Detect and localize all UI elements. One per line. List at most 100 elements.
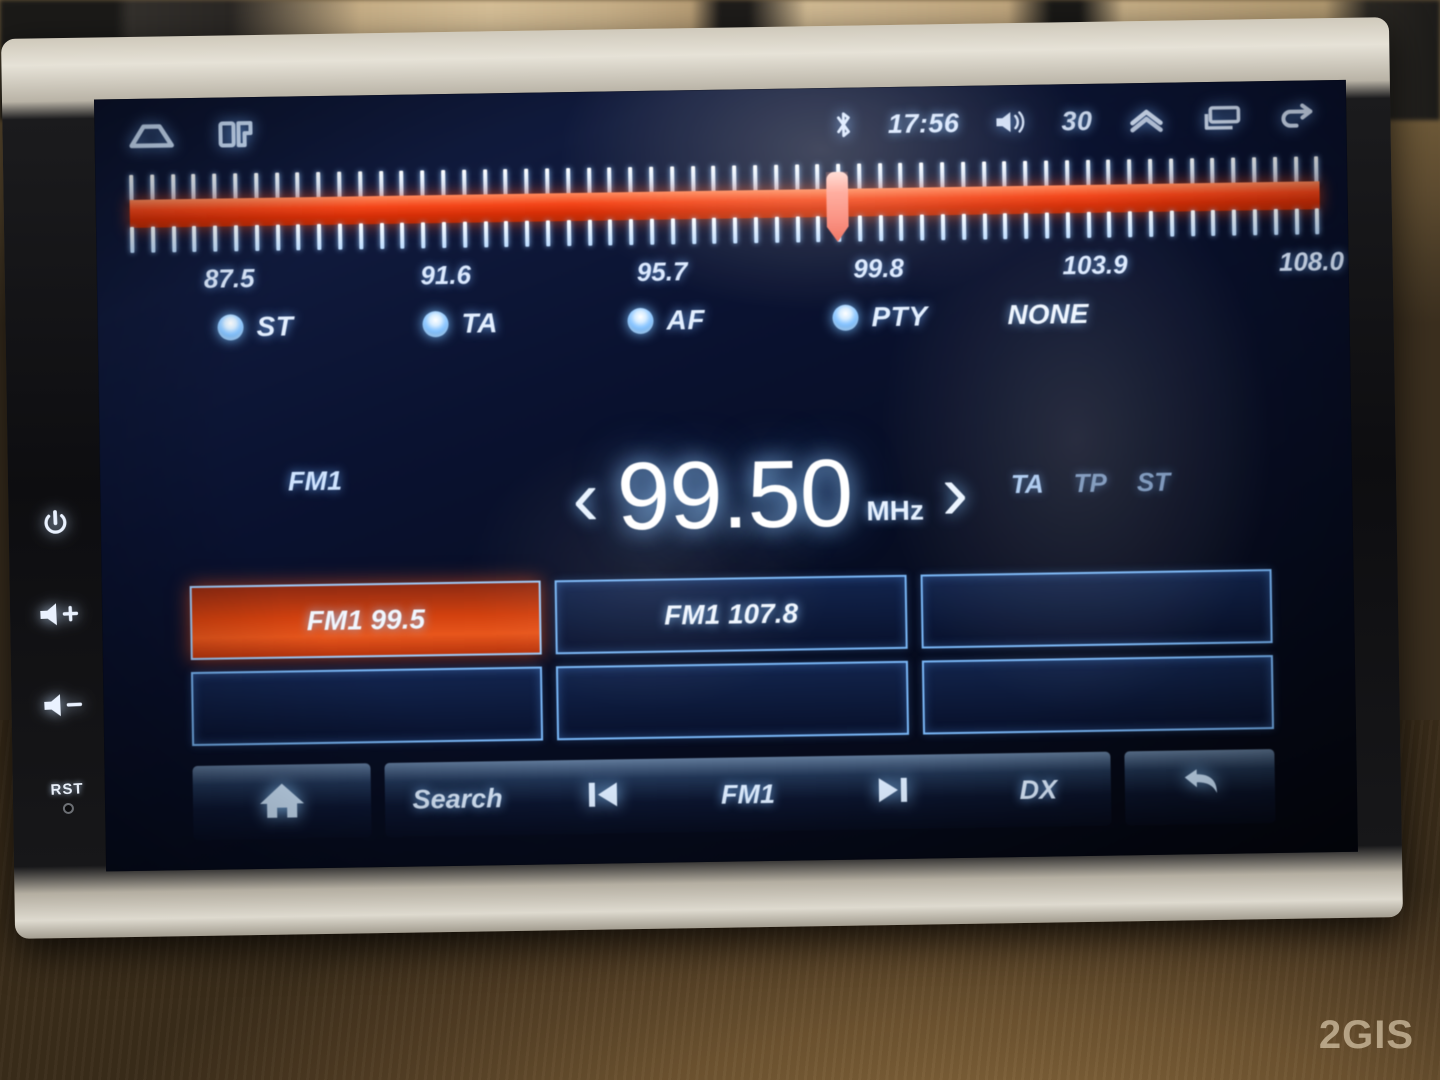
home-icon[interactable] [128, 120, 174, 151]
car-head-unit: RST 17:56 30 87.5 91.6 95.7 99.8 103.9 1… [1, 17, 1403, 939]
scale-tick [441, 221, 447, 249]
radio-app: 17:56 30 87.5 91.6 95.7 99.8 103.9 108.0… [93, 79, 1358, 872]
photo-scene: RST 17:56 30 87.5 91.6 95.7 99.8 103.9 1… [0, 0, 1440, 1080]
rds-toggle-pty[interactable]: PTY [832, 300, 928, 333]
home-filled-icon [256, 777, 309, 827]
scale-tick [212, 173, 217, 200]
scale-tick [1293, 156, 1299, 183]
scale-tick [857, 215, 863, 242]
scale-tick [649, 166, 654, 193]
scale-tick [1024, 212, 1029, 239]
preset-button-4[interactable] [190, 666, 544, 747]
scale-tick [275, 224, 280, 251]
scale-label: 103.9 [1062, 249, 1128, 281]
scale-tick [566, 220, 572, 247]
rds-toggle-st[interactable]: ST [217, 310, 294, 343]
scale-tick [1169, 210, 1175, 237]
scale-tick [357, 171, 363, 198]
rds-toggle-label: TA [461, 307, 499, 339]
scale-tick [920, 214, 925, 241]
scale-tick [317, 223, 322, 251]
scale-tick [296, 224, 301, 251]
band-indicator: FM1 [287, 465, 343, 497]
back-icon[interactable] [1276, 102, 1316, 133]
tuning-scale[interactable] [129, 156, 1320, 261]
scale-tick [1252, 157, 1257, 184]
scale-tick [919, 162, 924, 189]
scale-label: 91.6 [420, 259, 472, 291]
scale-label: 87.5 [203, 263, 255, 294]
dx-label: DX [1019, 773, 1058, 805]
apps-icon[interactable] [218, 119, 254, 150]
previous-button[interactable] [530, 758, 676, 834]
recents-icon[interactable] [1200, 103, 1242, 134]
reset-hole[interactable] [62, 802, 74, 815]
rds-toggle-ta[interactable]: TA [422, 307, 498, 340]
search-button[interactable]: Search [384, 761, 530, 837]
scale-label: 95.7 [636, 256, 688, 287]
scale-tick [1273, 208, 1279, 235]
scale-tick [461, 169, 467, 196]
scale-tick [565, 168, 571, 195]
rds-toggle-label: ST [256, 310, 294, 342]
scale-tick [733, 217, 738, 244]
return-arrow-icon [1175, 762, 1226, 812]
scale-tick [940, 214, 946, 241]
scale-tick [712, 217, 717, 244]
scale-tick [898, 162, 903, 189]
chevron-up-icon[interactable] [1126, 105, 1166, 136]
scale-tick [1003, 213, 1008, 240]
scale-tick [1148, 210, 1154, 237]
scale-tick [608, 219, 613, 246]
preset-button-5[interactable] [556, 660, 909, 741]
clock: 17:56 [887, 107, 960, 139]
preset-button-3[interactable] [920, 569, 1273, 649]
scale-tick [1148, 158, 1153, 185]
scale-tick [400, 222, 405, 249]
scale-tick [1314, 156, 1319, 183]
scale-tick [504, 221, 509, 248]
bottom-action-bar: Search FM1 DX [192, 749, 1276, 841]
scale-tick [1127, 159, 1132, 186]
led-indicator-icon [627, 307, 654, 335]
scale-tick [1232, 209, 1237, 236]
scale-tick [1107, 211, 1112, 238]
led-indicator-icon [832, 304, 859, 331]
scale-tick [337, 171, 342, 198]
return-button[interactable] [1124, 749, 1276, 826]
scale-tick [503, 169, 508, 196]
scale-tick [607, 167, 612, 194]
rds-toggle-label: PTY [871, 300, 928, 333]
volume-level: 30 [1061, 105, 1093, 136]
preset-button-2[interactable]: FM1 107.8 [554, 574, 908, 655]
volume-up-icon[interactable] [36, 598, 83, 635]
home-button[interactable] [192, 763, 372, 841]
scale-tick [732, 165, 737, 192]
scale-tick [213, 225, 218, 252]
chevron-left-icon[interactable]: ‹ [566, 453, 606, 542]
pty-value: NONE [1007, 297, 1089, 331]
band-button[interactable]: FM1 [675, 756, 821, 832]
dx-button[interactable]: DX [965, 752, 1111, 828]
scale-tick [1211, 209, 1216, 236]
preset-button-6[interactable] [921, 655, 1275, 735]
chevron-right-icon[interactable]: › [935, 447, 975, 536]
rds-toggle-label: AF [666, 303, 706, 336]
power-icon[interactable] [40, 508, 71, 544]
scale-tick [1189, 158, 1195, 185]
preset-label: FM1 107.8 [663, 597, 799, 631]
scale-tick [690, 166, 696, 193]
band-label: FM1 [720, 778, 776, 810]
search-label: Search [412, 782, 503, 815]
preset-button-1[interactable]: FM1 99.5 [189, 580, 543, 661]
scale-tick [1086, 211, 1091, 238]
rds-flag-st: ST [1136, 466, 1171, 498]
touchscreen[interactable]: 17:56 30 87.5 91.6 95.7 99.8 103.9 108.0… [93, 79, 1358, 872]
scale-tick [192, 225, 197, 252]
volume-down-icon[interactable] [40, 689, 87, 726]
rds-toggle-af[interactable]: AF [627, 304, 705, 337]
volume-icon[interactable] [993, 108, 1027, 137]
next-button[interactable] [820, 754, 966, 830]
scale-tick [1128, 211, 1133, 238]
scale-tick [233, 173, 238, 200]
